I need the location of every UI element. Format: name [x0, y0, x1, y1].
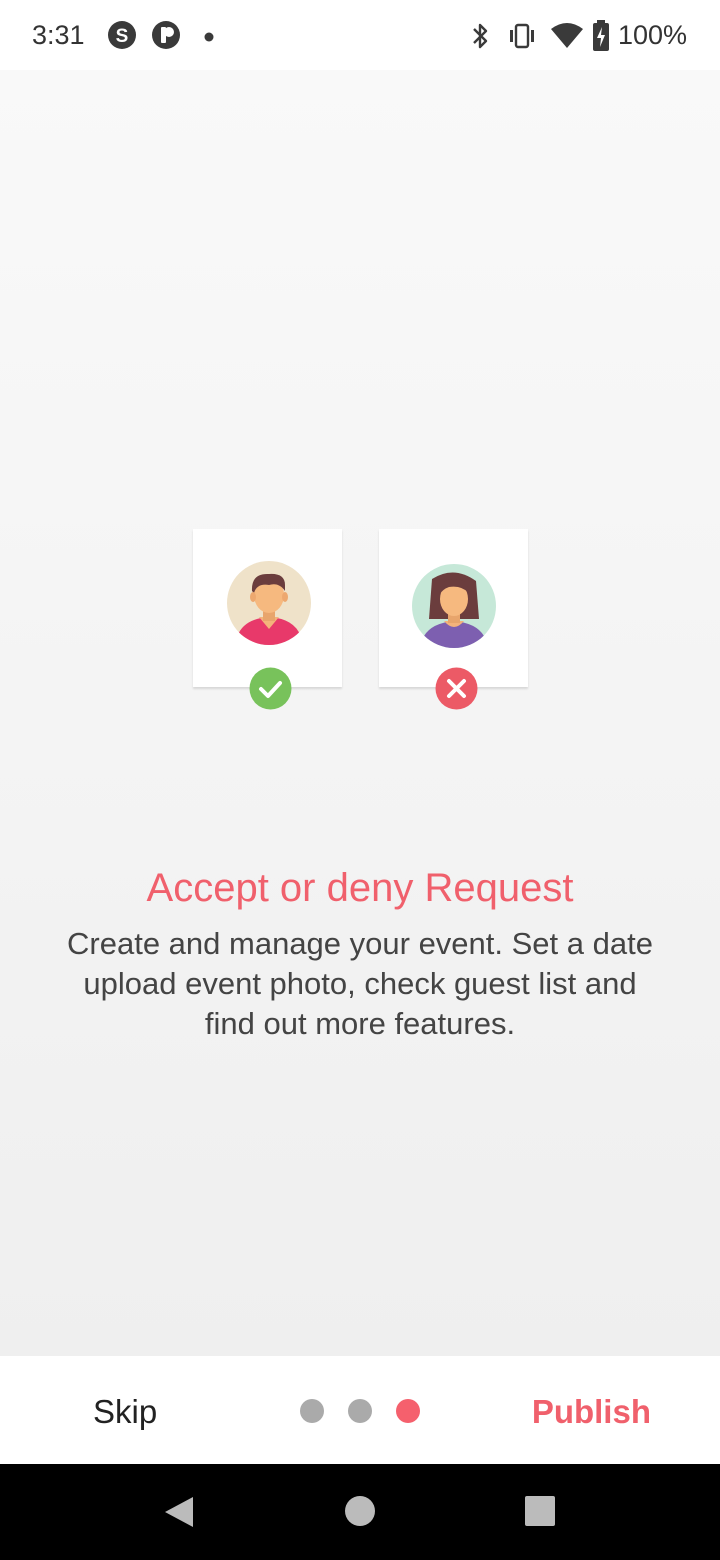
wifi-icon: 4	[550, 21, 584, 56]
female-avatar-icon	[412, 564, 496, 648]
onboarding-title: Accept or deny Request	[146, 866, 574, 910]
recents-icon[interactable]	[524, 1495, 556, 1532]
accepted-check-icon	[249, 667, 292, 715]
bluetooth-icon	[468, 21, 492, 56]
notification-dot-icon	[203, 30, 215, 48]
onboarding-page: Accept or deny Request Create and manage…	[0, 70, 720, 1356]
app-notification-icon	[150, 18, 182, 57]
status-time: 3:31	[32, 20, 85, 50]
skype-icon: S	[106, 18, 138, 57]
page-indicator-dot-2[interactable]	[348, 1399, 372, 1423]
svg-text:S: S	[116, 26, 129, 47]
skip-button[interactable]: Skip	[93, 1393, 157, 1431]
publish-button[interactable]: Publish	[532, 1393, 651, 1431]
onboarding-bottom-bar: Skip Publish	[0, 1356, 720, 1464]
back-icon[interactable]	[163, 1495, 195, 1534]
status-bar: 3:31 S 4 100%	[0, 0, 720, 70]
system-navigation-bar	[0, 1464, 720, 1560]
denied-user-card	[379, 529, 528, 687]
battery-charging-icon	[591, 19, 611, 58]
battery-percentage: 100%	[618, 20, 688, 50]
male-avatar-icon	[227, 561, 311, 645]
page-indicator-dot-1[interactable]	[300, 1399, 324, 1423]
onboarding-description: Create and manage your event. Set a date…	[67, 926, 653, 1041]
page-indicator-dot-3-active[interactable]	[396, 1399, 420, 1423]
home-icon[interactable]	[344, 1495, 376, 1532]
accepted-user-card	[193, 529, 342, 687]
svg-text:4: 4	[575, 37, 582, 49]
vibrate-icon	[506, 21, 538, 56]
denied-cross-icon	[435, 667, 478, 715]
